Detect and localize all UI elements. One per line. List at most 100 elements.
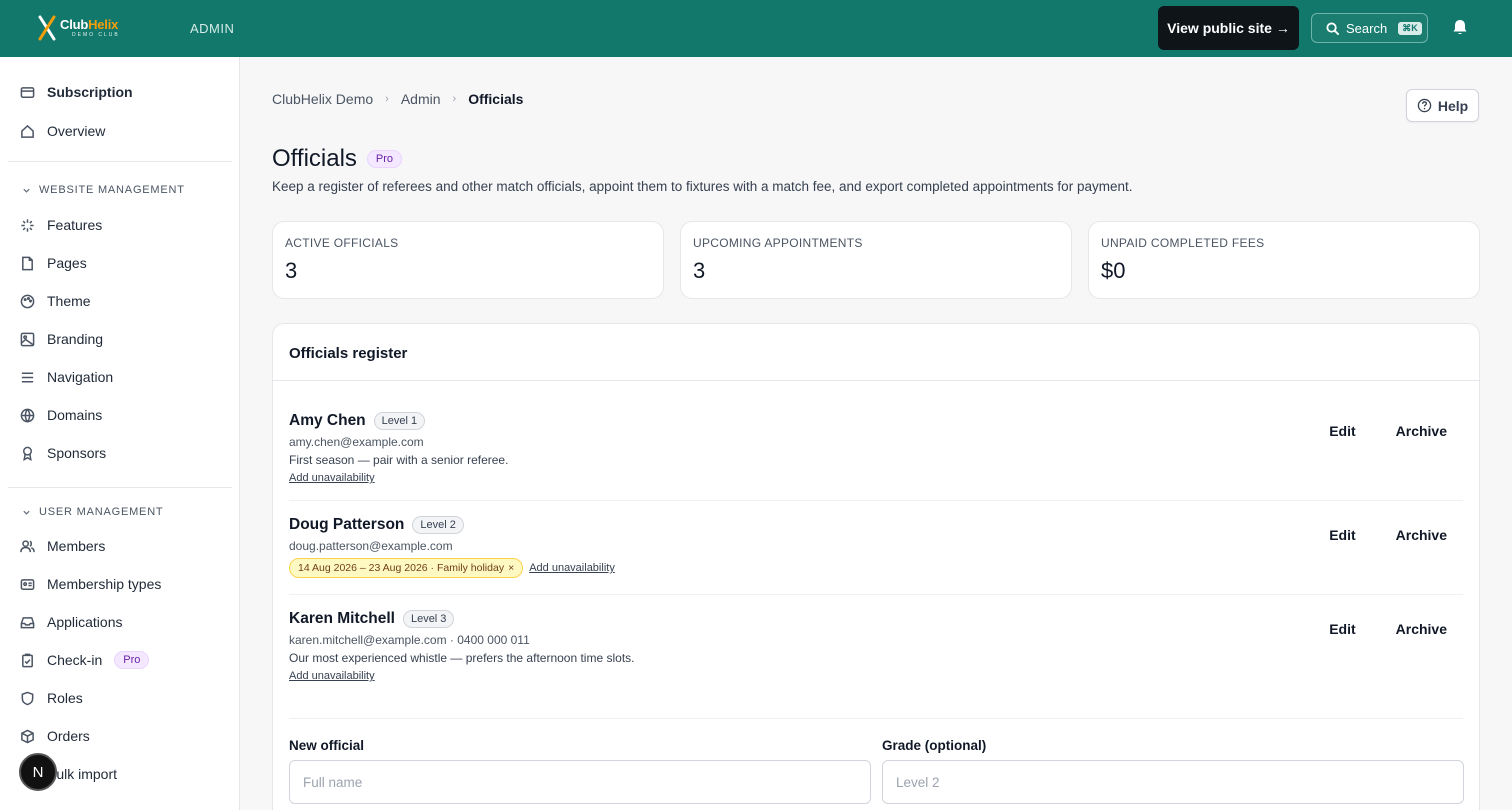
- stat-label: UNPAID COMPLETED FEES: [1101, 236, 1265, 250]
- clipboard-check-icon: [22, 653, 33, 667]
- edit-button[interactable]: Edit: [1329, 423, 1355, 439]
- palette-icon: [20, 294, 35, 308]
- add-unavailability-link[interactable]: Add unavailability: [289, 670, 375, 682]
- file-icon: [22, 256, 33, 270]
- box-icon: [21, 729, 34, 743]
- sidebar-item-applications[interactable]: Applications: [20, 611, 123, 633]
- breadcrumb: ClubHelix Demo › Admin › Officials: [272, 91, 523, 107]
- sidebar-item-theme[interactable]: Theme: [20, 290, 91, 312]
- sidebar-item-check-in[interactable]: Check-in Pro: [20, 649, 150, 671]
- stat-card-unpaid-fees: UNPAID COMPLETED FEES $0: [1088, 221, 1480, 299]
- sidebar-item-membership-types[interactable]: Membership types: [20, 573, 161, 595]
- globe-icon: [20, 408, 35, 423]
- breadcrumb-item-admin[interactable]: Admin: [401, 91, 441, 107]
- sidebar-item-domains[interactable]: Domains: [20, 404, 102, 426]
- logo-mark-icon: [38, 15, 56, 41]
- divider: [273, 380, 1479, 381]
- sidebar-item-label: Members: [47, 538, 106, 554]
- unavailability-chip: 14 Aug 2026 – 23 Aug 2026 · Family holid…: [289, 558, 524, 578]
- add-unavailability-link[interactable]: Add unavailability: [289, 472, 375, 484]
- sidebar-item-pages[interactable]: Pages: [20, 252, 87, 274]
- row-divider: [289, 718, 1463, 719]
- official-contact: karen.mitchell@example.com · 0400 000 01…: [289, 633, 530, 647]
- archive-button[interactable]: Archive: [1396, 423, 1447, 439]
- official-row: Karen Mitchell Level 3 karen.mitchell@ex…: [289, 610, 1463, 684]
- ribbon-icon: [23, 446, 32, 461]
- grade-label: Grade (optional): [882, 738, 987, 753]
- level-badge: Level 3: [402, 610, 455, 628]
- page-title: Officials Pro: [272, 145, 403, 173]
- add-unavailability-link[interactable]: Add unavailability: [529, 562, 615, 574]
- stat-label: UPCOMING APPOINTMENTS: [693, 236, 863, 250]
- chevron-right-icon: ›: [452, 93, 457, 105]
- view-public-site-button[interactable]: View public site →: [1158, 6, 1299, 50]
- sparkle-icon: [21, 218, 34, 232]
- admin-label: ADMIN: [190, 21, 235, 36]
- sidebar-item-label: Applications: [47, 614, 123, 630]
- edit-button[interactable]: Edit: [1329, 527, 1355, 543]
- sidebar-item-orders[interactable]: Orders: [20, 725, 90, 747]
- official-name: Doug Patterson: [289, 516, 405, 533]
- edit-button[interactable]: Edit: [1329, 621, 1355, 637]
- sidebar-item-label: Features: [47, 217, 103, 233]
- website-management-section-toggle[interactable]: WEBSITE MANAGEMENT: [22, 184, 185, 196]
- sidebar-item-label: Orders: [47, 728, 90, 744]
- menu-icon: [21, 372, 34, 382]
- sidebar-item-subscription[interactable]: Subscription: [20, 81, 133, 103]
- stat-card-active-officials: ACTIVE OFFICIALS 3: [272, 221, 664, 299]
- search-icon: [1326, 21, 1339, 35]
- sidebar-item-roles[interactable]: Roles: [20, 687, 83, 709]
- top-bar: ClubHelix DEMO CLUB ADMIN View public si…: [0, 0, 1512, 57]
- sidebar-divider: [8, 161, 232, 162]
- breadcrumb-item-club[interactable]: ClubHelix Demo: [272, 91, 373, 107]
- archive-button[interactable]: Archive: [1396, 621, 1447, 637]
- search-button[interactable]: Search ⌘K: [1311, 13, 1428, 43]
- inbox-icon: [20, 616, 35, 628]
- avatar[interactable]: N: [19, 753, 57, 791]
- new-official-label: New official: [289, 738, 365, 753]
- sidebar-item-label: Sponsors: [47, 445, 107, 461]
- clubhelix-logo[interactable]: ClubHelix DEMO CLUB: [38, 15, 120, 41]
- official-name: Karen Mitchell: [289, 610, 395, 627]
- credit-card-icon: [20, 86, 35, 98]
- users-icon: [20, 539, 35, 552]
- chevron-right-icon: ›: [385, 93, 389, 105]
- image-icon: [20, 332, 35, 346]
- remove-unavailability-icon[interactable]: ×: [508, 562, 514, 574]
- official-contact: doug.patterson@example.com: [289, 539, 453, 553]
- stat-value: $0: [1101, 258, 1126, 283]
- grade-input[interactable]: Level 2: [882, 760, 1464, 804]
- chevron-down-icon: [23, 510, 30, 515]
- chevron-down-icon: [23, 188, 30, 193]
- search-label: Search: [1346, 20, 1388, 36]
- stat-card-upcoming-appointments: UPCOMING APPOINTMENTS 3: [680, 221, 1072, 299]
- sidebar-item-label: Domains: [47, 407, 103, 423]
- official-note: Our most experienced whistle — prefers t…: [289, 651, 635, 665]
- sidebar-divider: [8, 487, 232, 488]
- user-management-section-toggle[interactable]: USER MANAGEMENT: [22, 506, 163, 518]
- sidebar-item-members[interactable]: Members: [20, 535, 105, 557]
- page-description: Keep a register of referees and other ma…: [272, 179, 1133, 194]
- help-button[interactable]: Help: [1406, 89, 1479, 122]
- archive-button[interactable]: Archive: [1396, 527, 1447, 543]
- sidebar-item-navigation[interactable]: Navigation: [20, 366, 113, 388]
- stat-label: ACTIVE OFFICIALS: [285, 236, 399, 250]
- sidebar-item-overview[interactable]: Overview: [20, 120, 105, 142]
- section-label: WEBSITE MANAGEMENT: [39, 184, 185, 196]
- logo-subtitle: DEMO CLUB: [72, 32, 120, 38]
- stat-value: 3: [285, 258, 298, 283]
- help-circle-icon: [1417, 98, 1432, 113]
- sidebar-item-label: Roles: [47, 690, 83, 706]
- level-badge: Level 2: [412, 516, 464, 534]
- official-row: Doug Patterson Level 2 doug.patterson@ex…: [289, 516, 1463, 578]
- full-name-input[interactable]: Full name: [289, 760, 871, 804]
- sidebar-item-branding[interactable]: Branding: [20, 328, 103, 350]
- sidebar-item-label: Branding: [47, 331, 104, 347]
- sidebar-item-label: Theme: [47, 293, 91, 309]
- notifications-bell-icon[interactable]: [1451, 18, 1469, 36]
- official-name: Amy Chen: [289, 412, 366, 429]
- id-card-icon: [20, 578, 35, 590]
- sidebar-item-features[interactable]: Features: [20, 214, 102, 236]
- level-badge: Level 1: [373, 412, 426, 430]
- sidebar-item-sponsors[interactable]: Sponsors: [20, 442, 106, 464]
